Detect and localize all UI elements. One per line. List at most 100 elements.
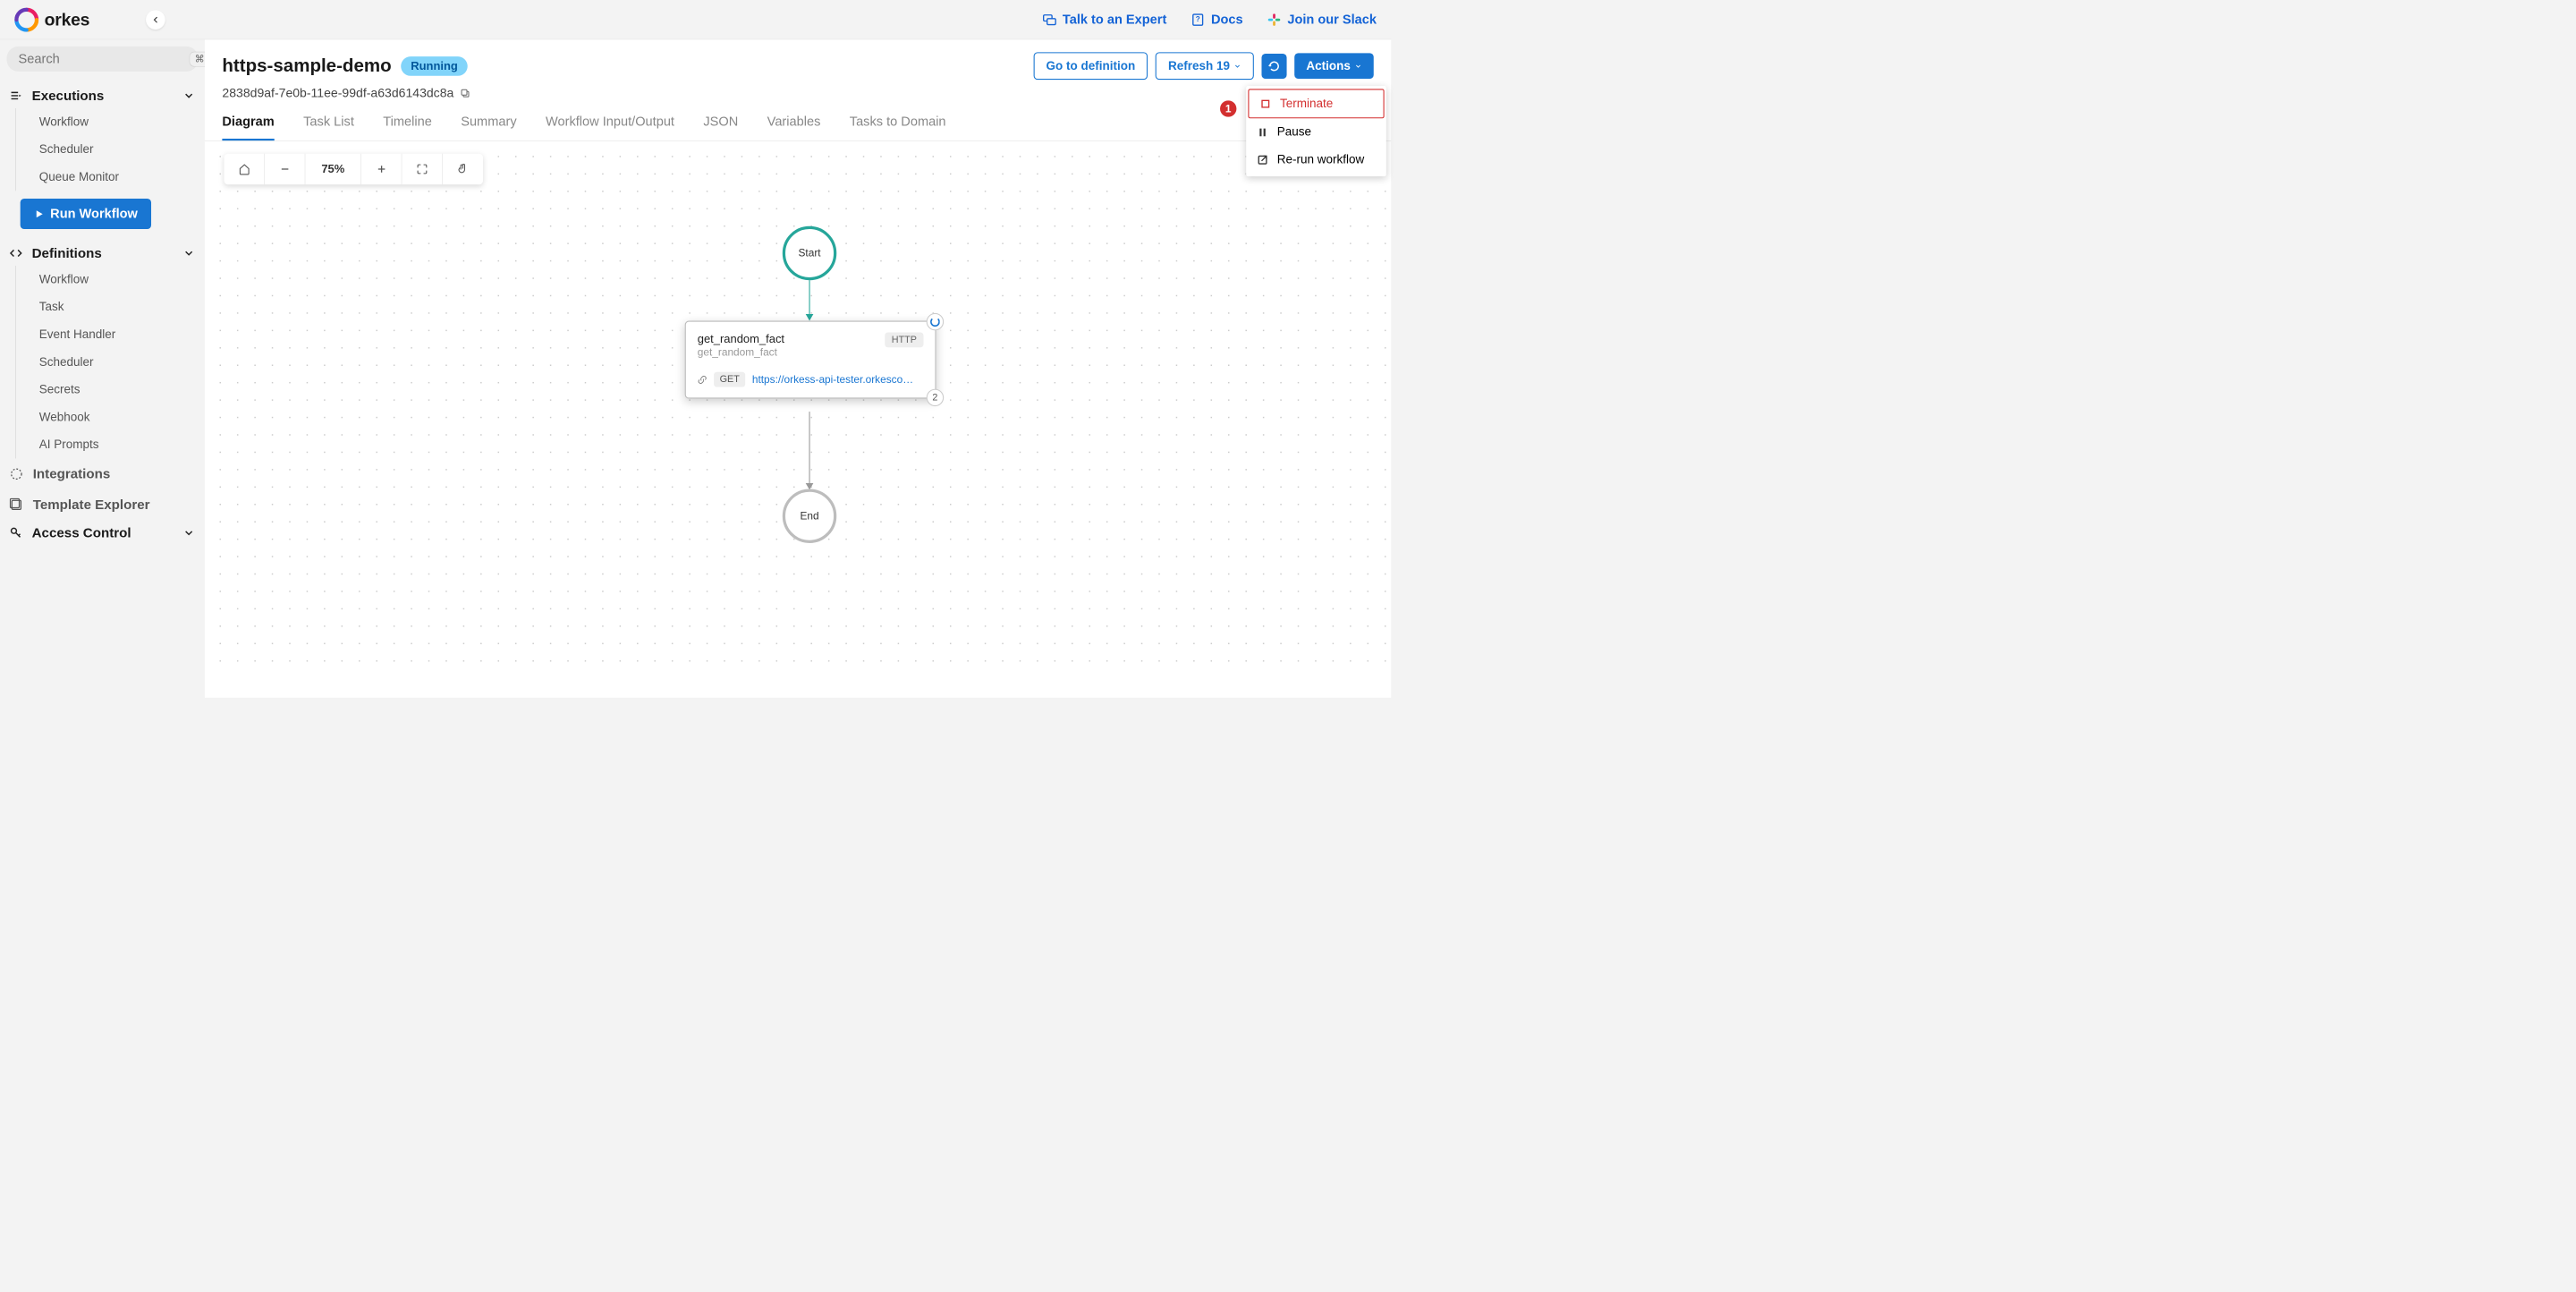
nav-def-ai-prompts[interactable]: AI Prompts: [33, 431, 198, 459]
actions-button[interactable]: Actions: [1294, 53, 1373, 79]
node-end[interactable]: End: [783, 489, 836, 542]
logo-area: orkes: [14, 7, 165, 31]
history-icon: [1268, 60, 1281, 72]
end-label: End: [800, 510, 818, 523]
content-header: https-sample-demo Running Go to definiti…: [205, 39, 1391, 100]
external-icon: [1257, 154, 1268, 166]
refresh-button[interactable]: Refresh 19: [1156, 52, 1254, 80]
task-type-badge: HTTP: [885, 333, 923, 348]
start-label: Start: [798, 247, 820, 259]
nav-integrations-label: Integrations: [33, 466, 111, 481]
tab-diagram[interactable]: Diagram: [222, 114, 274, 140]
chevron-down-icon: [1233, 62, 1241, 70]
docs-link[interactable]: ? Docs: [1191, 13, 1242, 28]
nav-access-control-title: Access Control: [32, 525, 131, 540]
actions-dropdown-menu: Terminate Pause Re-run workflow: [1246, 86, 1386, 176]
nav-def-event-handler[interactable]: Event Handler: [33, 321, 198, 349]
run-workflow-button[interactable]: Run Workflow: [21, 199, 151, 229]
nav-exec-queue-monitor[interactable]: Queue Monitor: [33, 164, 198, 191]
nav-exec-workflow[interactable]: Workflow: [33, 108, 198, 136]
tab-task-list[interactable]: Task List: [303, 114, 354, 140]
nav-definitions-sub: Workflow Task Event Handler Scheduler Se…: [15, 266, 198, 458]
nav-def-webhook[interactable]: Webhook: [33, 404, 198, 431]
zoom-home-button[interactable]: [225, 154, 265, 185]
page-title: https-sample-demo: [222, 55, 391, 76]
nav-executions-header[interactable]: Executions: [7, 83, 199, 108]
nav-template-explorer[interactable]: Template Explorer: [7, 489, 199, 521]
node-start[interactable]: Start: [783, 226, 836, 280]
task-status-spinner: [927, 313, 944, 330]
nav-integrations[interactable]: Integrations: [7, 458, 199, 489]
fit-icon: [416, 164, 428, 175]
zoom-fit-button[interactable]: [402, 154, 442, 185]
nav-exec-scheduler[interactable]: Scheduler: [33, 136, 198, 164]
http-method-badge: GET: [714, 372, 745, 387]
tab-variables[interactable]: Variables: [767, 114, 821, 140]
action-pause[interactable]: Pause: [1246, 118, 1386, 146]
executions-icon: [10, 89, 22, 102]
pan-button[interactable]: [443, 154, 483, 185]
task-card[interactable]: get_random_fact get_random_fact HTTP GET…: [685, 321, 936, 399]
zoom-out-button[interactable]: [265, 154, 305, 185]
template-icon: [10, 498, 23, 512]
arrowhead-icon: [806, 314, 814, 321]
tab-timeline[interactable]: Timeline: [383, 114, 432, 140]
pause-icon: [1257, 126, 1268, 138]
brand-logo[interactable]: orkes: [14, 7, 89, 31]
tab-workflow-io[interactable]: Workflow Input/Output: [546, 114, 674, 140]
home-icon: [238, 164, 250, 175]
go-to-def-label: Go to definition: [1046, 59, 1136, 73]
nav-def-task[interactable]: Task: [33, 293, 198, 321]
zoom-in-button[interactable]: [361, 154, 402, 185]
content-area: https-sample-demo Running Go to definiti…: [205, 39, 1391, 697]
code-icon: [10, 247, 22, 259]
search-input[interactable]: [19, 52, 190, 67]
task-name: get_random_fact: [698, 333, 784, 346]
slack-link[interactable]: Join our Slack: [1267, 13, 1377, 28]
pause-label: Pause: [1277, 125, 1311, 140]
rerun-label: Re-run workflow: [1277, 153, 1365, 167]
tab-json[interactable]: JSON: [703, 114, 738, 140]
diagram-canvas[interactable]: 75% Start get_random_fact get_random_fac…: [205, 141, 1391, 663]
refresh-label: Refresh 19: [1168, 59, 1230, 73]
nav-def-scheduler[interactable]: Scheduler: [33, 348, 198, 376]
execution-id: 2838d9af-7e0b-11ee-99df-a63d6143dc8a: [222, 86, 453, 101]
docs-label: Docs: [1211, 13, 1243, 28]
nav-def-workflow[interactable]: Workflow: [33, 266, 198, 293]
sidebar: ⌘ K Executions Workflow Scheduler Queue …: [0, 39, 205, 697]
minus-icon: [279, 164, 291, 175]
nav-template-label: Template Explorer: [33, 497, 150, 513]
top-links: Talk to an Expert ? Docs Join our Slack: [1042, 13, 1377, 28]
edge-task-end: [809, 412, 810, 489]
tab-summary[interactable]: Summary: [461, 114, 516, 140]
sidebar-collapse-button[interactable]: [146, 10, 165, 30]
history-button[interactable]: [1262, 54, 1287, 79]
terminate-label: Terminate: [1280, 97, 1333, 111]
top-header: orkes Talk to an Expert ? Docs Join our …: [0, 0, 1391, 39]
execution-id-row: 2838d9af-7e0b-11ee-99df-a63d6143dc8a: [222, 86, 1373, 101]
notification-badge: 1: [1220, 100, 1236, 116]
nav-executions-sub: Workflow Scheduler Queue Monitor: [15, 108, 198, 191]
orkes-logo-icon: [14, 7, 38, 31]
brand-name: orkes: [45, 10, 90, 30]
search-box[interactable]: ⌘ K: [7, 47, 199, 72]
slack-icon: [1267, 13, 1282, 27]
chevron-left-icon: [150, 14, 160, 24]
nav-definitions-header[interactable]: Definitions: [7, 241, 199, 266]
stop-icon: [1259, 98, 1271, 109]
zoom-level: 75%: [305, 154, 361, 185]
status-badge: Running: [401, 56, 467, 76]
talk-to-expert-link[interactable]: Talk to an Expert: [1042, 13, 1166, 28]
talk-to-expert-label: Talk to an Expert: [1063, 13, 1166, 28]
action-terminate[interactable]: Terminate: [1248, 89, 1384, 118]
tab-tasks-domain[interactable]: Tasks to Domain: [850, 114, 946, 140]
nav-def-secrets[interactable]: Secrets: [33, 376, 198, 404]
copy-icon[interactable]: [460, 88, 470, 98]
actions-label: Actions: [1306, 59, 1351, 73]
action-rerun[interactable]: Re-run workflow: [1246, 146, 1386, 174]
chevron-down-icon: [182, 247, 195, 259]
link-icon: [698, 375, 708, 385]
edge-start-task: [809, 280, 810, 316]
nav-access-control-header[interactable]: Access Control: [7, 521, 199, 546]
go-to-definition-button[interactable]: Go to definition: [1033, 52, 1148, 80]
